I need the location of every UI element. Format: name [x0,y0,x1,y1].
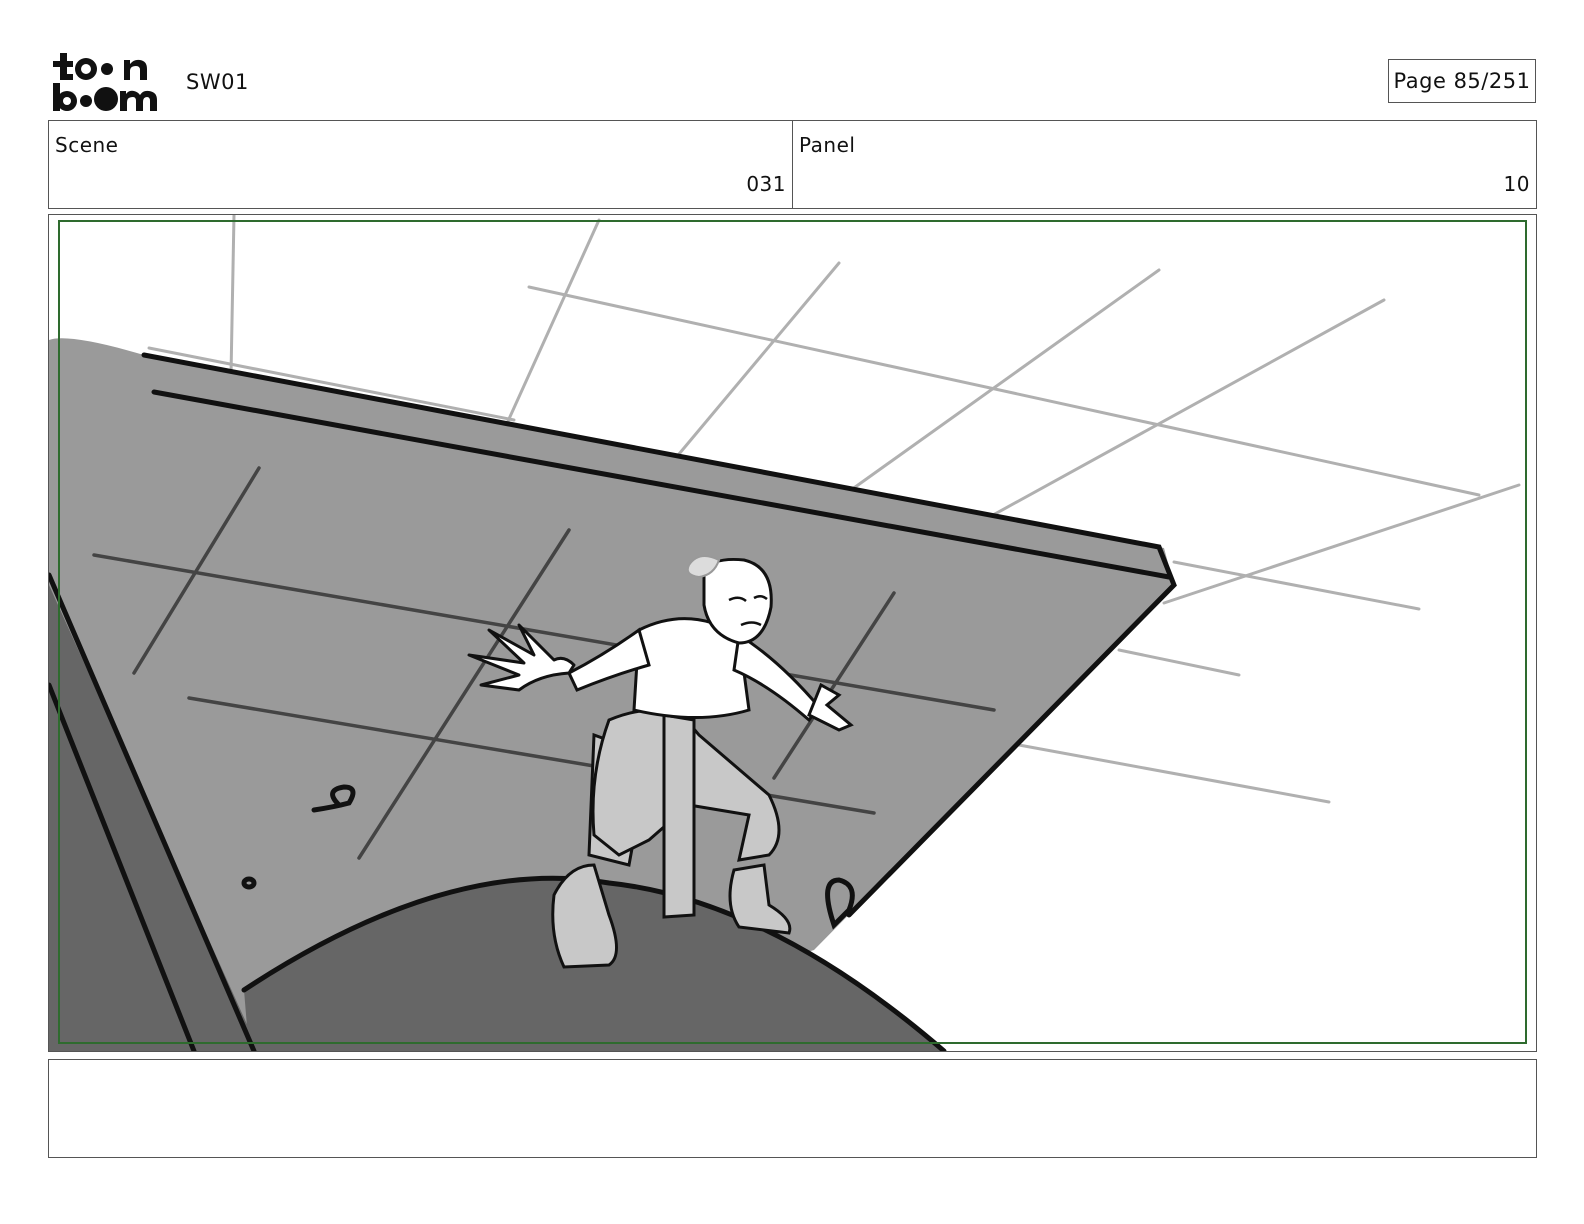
scene-number: 031 [746,172,786,196]
project-name: SW01 [186,70,249,94]
scene-label: Scene [55,133,119,157]
scene-panel-info: Scene 031 Panel 10 [48,120,1537,209]
scene-cell: Scene 031 [49,121,792,208]
page-number: 85/251 [1453,69,1531,93]
page-label: Page [1393,69,1447,93]
page-indicator: Page 85/251 [1388,59,1536,103]
toon-boom-logo [50,50,166,112]
panel-cell: Panel 10 [792,121,1536,208]
panel-label: Panel [799,133,856,157]
storyboard-drawing [49,215,1527,1051]
panel-number: 10 [1503,172,1530,196]
storyboard-panel [48,214,1537,1052]
caption-box [48,1059,1537,1158]
